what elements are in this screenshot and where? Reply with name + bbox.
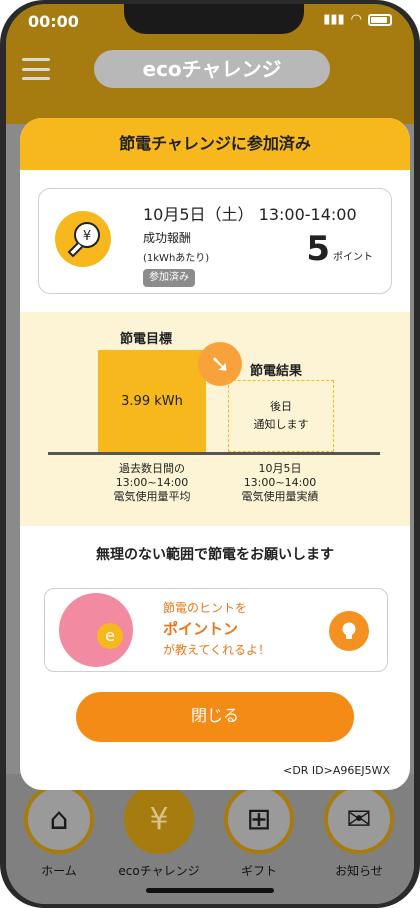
goal-value: 3.99 kWh <box>121 393 183 409</box>
caption-line: 電気使用量実績 <box>241 490 319 503</box>
request-text: 無理のない範囲で節電をお願いします <box>96 547 334 563</box>
points-value: 5 <box>306 229 330 269</box>
event-card: ¥ 10月5日（土） 13:00-14:00 成功報酬 (1kWhあたり) 参加… <box>38 188 392 294</box>
notch <box>124 4 304 34</box>
nav-item-eco[interactable]: ¥ ecoチャレンジ <box>114 784 204 879</box>
status-icons: ▮▮▮ ◠ <box>323 12 392 27</box>
goal-bar: 3.99 kWh <box>98 350 206 452</box>
nav-label: ホーム <box>41 864 77 878</box>
nav-item-home[interactable]: ⌂ ホーム <box>14 784 104 879</box>
wifi-icon: ◠ <box>350 12 362 27</box>
caption-line: 13:00~14:00 <box>243 476 317 489</box>
result-label: 節電結果 <box>250 364 303 379</box>
result-box: 後日 通知します <box>228 380 334 452</box>
status-time: 00:00 <box>28 12 79 31</box>
signal-icon: ▮▮▮ <box>323 12 345 27</box>
challenge-modal: 節電チャレンジに参加済み ¥ 10月5日（土） 13:00-14:00 成功報酬… <box>20 118 410 790</box>
page-title: ecoチャレンジ <box>94 50 330 88</box>
result-line2: 通知します <box>253 418 309 431</box>
mail-icon: ✉ <box>324 784 394 854</box>
status-badge: 参加済み <box>143 269 195 287</box>
result-caption: 10月5日 13:00~14:00 電気使用量実績 <box>220 462 340 504</box>
nav-label: お知らせ <box>335 864 383 878</box>
screen: 00:00 ▮▮▮ ◠ ecoチャレンジ ⌂ ホーム ¥ ecoチャレンジ ⊞ … <box>6 4 414 904</box>
baseline <box>48 452 380 455</box>
reward-unit: (1kWhあたり) <box>143 253 210 264</box>
tip-line2: ポイントン <box>163 620 239 638</box>
battery-icon <box>368 13 392 26</box>
phone-frame: 00:00 ▮▮▮ ◠ ecoチャレンジ ⌂ ホーム ¥ ecoチャレンジ ⊞ … <box>0 0 420 908</box>
goal-label: 節電目標 <box>120 332 173 347</box>
goal-caption: 過去数日間の 13:00~14:00 電気使用量平均 <box>92 462 212 504</box>
nav-label: ecoチャレンジ <box>118 864 200 878</box>
piggy-mascot-icon: e <box>59 593 133 667</box>
dr-id: <DR ID>A96EJ5WX <box>283 764 390 777</box>
caption-line: 13:00~14:00 <box>115 476 189 489</box>
event-date: 10月5日（土） <box>143 205 254 224</box>
app-header: 00:00 ▮▮▮ ◠ ecoチャレンジ <box>6 4 414 124</box>
goal-panel: 節電目標 3.99 kWh ➘ 節電結果 後日 通知します 過去数日間の 13:… <box>20 312 410 526</box>
svg-text:¥: ¥ <box>83 229 91 244</box>
modal-title: 節電チャレンジに参加済み <box>20 118 410 170</box>
nav-label: ギフト <box>240 864 277 878</box>
result-line1: 後日 <box>270 400 292 413</box>
nav-item-news[interactable]: ✉ お知らせ <box>314 784 404 879</box>
close-button[interactable]: 閉じる <box>76 692 354 742</box>
event-time: 13:00-14:00 <box>258 205 357 224</box>
event-datetime: 10月5日（土） 13:00-14:00 <box>143 201 357 225</box>
caption-line: 過去数日間の <box>119 462 185 475</box>
tip-line1: 節電のヒントを <box>163 601 248 615</box>
coin-icon: e <box>97 623 123 649</box>
points-unit: ポイント <box>333 252 373 263</box>
nav-item-gift[interactable]: ⊞ ギフト <box>214 784 304 879</box>
bulb-yen-icon: ¥ <box>55 211 111 267</box>
menu-icon[interactable] <box>22 58 50 80</box>
caption-line: 10月5日 <box>258 462 302 475</box>
reward-label: 成功報酬 <box>143 231 192 245</box>
reward-points: 5 ポイント <box>306 229 373 269</box>
gift-icon: ⊞ <box>224 784 294 854</box>
bottom-nav: ⌂ ホーム ¥ ecoチャレンジ ⊞ ギフト ✉ お知らせ <box>6 774 414 904</box>
eco-bulb-icon: ¥ <box>124 784 194 854</box>
home-indicator <box>146 888 274 893</box>
tip-card[interactable]: e 節電のヒントを ポイントン が教えてくれるよ！ <box>44 588 388 672</box>
lightbulb-icon <box>329 611 369 651</box>
tip-line3: が教えてくれるよ！ <box>163 643 271 657</box>
tip-text: 節電のヒントを ポイントン が教えてくれるよ！ <box>163 599 270 658</box>
caption-line: 電気使用量平均 <box>113 490 191 503</box>
home-icon: ⌂ <box>24 784 94 854</box>
